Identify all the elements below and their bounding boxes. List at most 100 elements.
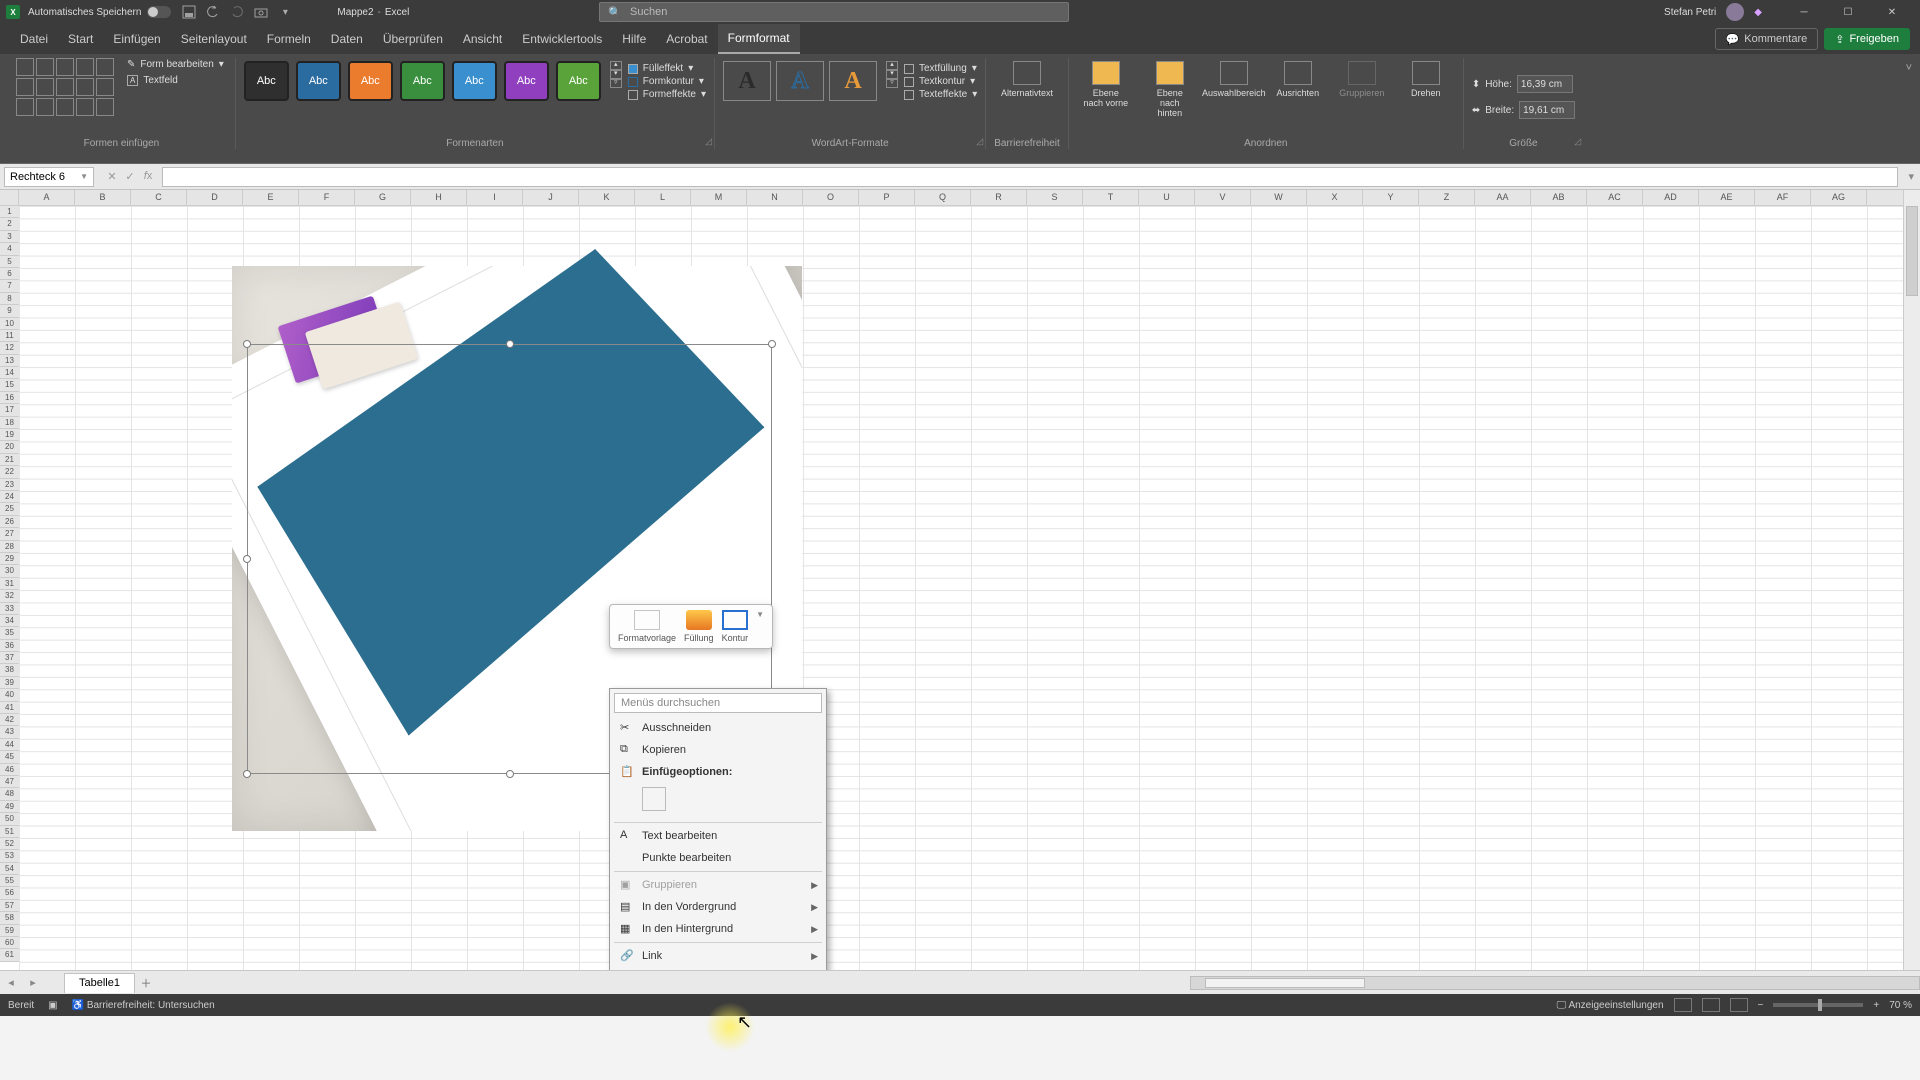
row-header[interactable]: 18 — [0, 417, 19, 429]
sheet-tab[interactable]: Tabelle1 — [64, 973, 135, 993]
text-fill-button[interactable]: Textfüllung ▾ — [904, 63, 977, 74]
style-chip[interactable]: Abc — [400, 61, 445, 101]
view-normal-button[interactable] — [1674, 998, 1692, 1012]
camera-icon[interactable] — [252, 3, 270, 21]
view-page-layout-button[interactable] — [1702, 998, 1720, 1012]
column-header[interactable]: AB — [1531, 190, 1587, 205]
fx-icon[interactable]: fx — [140, 170, 156, 183]
macro-record-icon[interactable]: ▣ — [48, 1000, 57, 1011]
formula-input[interactable] — [162, 167, 1898, 187]
column-header[interactable]: AF — [1755, 190, 1811, 205]
scrollbar-thumb[interactable] — [1906, 206, 1918, 296]
row-header[interactable]: 39 — [0, 677, 19, 689]
maximize-button[interactable]: ☐ — [1826, 0, 1870, 24]
column-header[interactable]: AD — [1643, 190, 1699, 205]
tab-formeln[interactable]: Formeln — [257, 24, 321, 54]
row-header[interactable]: 43 — [0, 726, 19, 738]
mini-style-button[interactable]: Formatvorlage — [618, 610, 676, 643]
column-header[interactable]: A — [19, 190, 75, 205]
resize-handle[interactable] — [243, 555, 251, 563]
tab-datei[interactable]: Datei — [10, 24, 58, 54]
column-header[interactable]: M — [691, 190, 747, 205]
column-header[interactable]: D — [187, 190, 243, 205]
row-header[interactable]: 25 — [0, 503, 19, 515]
column-header[interactable]: F — [299, 190, 355, 205]
menu-edit-points[interactable]: Punkte bearbeiten — [610, 847, 826, 869]
wordart-gallery-scroller[interactable]: ▴▾▿ — [886, 61, 898, 88]
sheet-nav-prev[interactable]: ◂ — [0, 976, 22, 989]
row-header[interactable]: 17 — [0, 404, 19, 416]
search-box[interactable]: 🔍 Suchen — [599, 2, 1069, 22]
row-header[interactable]: 48 — [0, 788, 19, 800]
row-header[interactable]: 46 — [0, 764, 19, 776]
menu-edit-text[interactable]: AText bearbeiten — [610, 825, 826, 847]
row-header[interactable]: 30 — [0, 565, 19, 577]
row-header[interactable]: 59 — [0, 925, 19, 937]
textfield-button[interactable]: ATextfeld — [124, 74, 227, 87]
style-chip[interactable]: Abc — [504, 61, 549, 101]
width-input[interactable] — [1519, 101, 1575, 119]
row-header[interactable]: 53 — [0, 850, 19, 862]
column-header[interactable]: AG — [1811, 190, 1867, 205]
wordart-dialog-launcher[interactable]: ◿ — [976, 136, 983, 147]
fill-effect-button[interactable]: Fülleffekt ▾ — [628, 63, 706, 74]
row-header[interactable]: 34 — [0, 615, 19, 627]
row-header[interactable]: 3 — [0, 231, 19, 243]
menu-link[interactable]: 🔗Link▶ — [610, 945, 826, 967]
row-header[interactable]: 12 — [0, 342, 19, 354]
namebox-dropdown-icon[interactable]: ▼ — [80, 172, 88, 181]
tab-daten[interactable]: Daten — [321, 24, 373, 54]
group-button[interactable]: Gruppieren — [1333, 58, 1391, 101]
height-input[interactable] — [1517, 75, 1573, 93]
sheet-nav-next[interactable]: ▸ — [22, 976, 44, 989]
column-header[interactable]: K — [579, 190, 635, 205]
autosave-toggle[interactable] — [147, 6, 171, 18]
styles-dialog-launcher[interactable]: ◿ — [705, 136, 712, 147]
display-settings-button[interactable]: 🖵 Anzeigeeinstellungen — [1557, 1000, 1664, 1011]
row-header[interactable]: 2 — [0, 218, 19, 230]
menu-copy[interactable]: ⧉Kopieren — [610, 739, 826, 761]
column-header[interactable]: O — [803, 190, 859, 205]
column-header[interactable]: S — [1027, 190, 1083, 205]
row-header[interactable]: 11 — [0, 330, 19, 342]
row-header[interactable]: 24 — [0, 491, 19, 503]
row-header[interactable]: 29 — [0, 553, 19, 565]
row-header[interactable]: 38 — [0, 664, 19, 676]
row-header[interactable]: 47 — [0, 776, 19, 788]
column-header[interactable]: P — [859, 190, 915, 205]
scrollbar-thumb[interactable] — [1205, 978, 1365, 988]
row-header[interactable]: 55 — [0, 875, 19, 887]
column-header[interactable]: R — [971, 190, 1027, 205]
name-box[interactable]: Rechteck 6▼ — [4, 167, 94, 187]
row-header[interactable]: 49 — [0, 801, 19, 813]
column-header[interactable]: Z — [1419, 190, 1475, 205]
column-header[interactable]: X — [1307, 190, 1363, 205]
row-header[interactable]: 32 — [0, 590, 19, 602]
share-button[interactable]: ⇪Freigeben — [1824, 28, 1910, 50]
worksheet[interactable]: ABCDEFGHIJKLMNOPQRSTUVWXYZAAABACADAEAFAG… — [0, 190, 1920, 970]
row-header[interactable]: 57 — [0, 900, 19, 912]
save-icon[interactable] — [180, 3, 198, 21]
size-dialog-launcher[interactable]: ◿ — [1574, 136, 1581, 147]
column-header[interactable]: B — [75, 190, 131, 205]
text-outline-button[interactable]: Textkontur ▾ — [904, 76, 977, 87]
column-header[interactable]: G — [355, 190, 411, 205]
close-button[interactable]: ✕ — [1870, 0, 1914, 24]
row-header[interactable]: 31 — [0, 578, 19, 590]
zoom-out-button[interactable]: − — [1758, 1000, 1764, 1011]
row-header[interactable]: 56 — [0, 887, 19, 899]
tab-ueberpruefen[interactable]: Überprüfen — [373, 24, 453, 54]
row-header[interactable]: 14 — [0, 367, 19, 379]
send-backward-button[interactable]: Ebene nach hinten — [1141, 58, 1199, 121]
formula-expand-icon[interactable]: ▾ — [1902, 170, 1920, 183]
tab-formformat[interactable]: Formformat — [718, 24, 800, 54]
column-header[interactable]: I — [467, 190, 523, 205]
mini-outline-button[interactable]: Kontur — [722, 610, 749, 643]
column-header[interactable]: H — [411, 190, 467, 205]
row-header[interactable]: 51 — [0, 826, 19, 838]
wordart-chip[interactable]: A — [776, 61, 824, 101]
row-header[interactable]: 23 — [0, 479, 19, 491]
redo-icon[interactable] — [228, 3, 246, 21]
paste-option-button[interactable] — [642, 787, 666, 811]
resize-handle[interactable] — [506, 770, 514, 778]
